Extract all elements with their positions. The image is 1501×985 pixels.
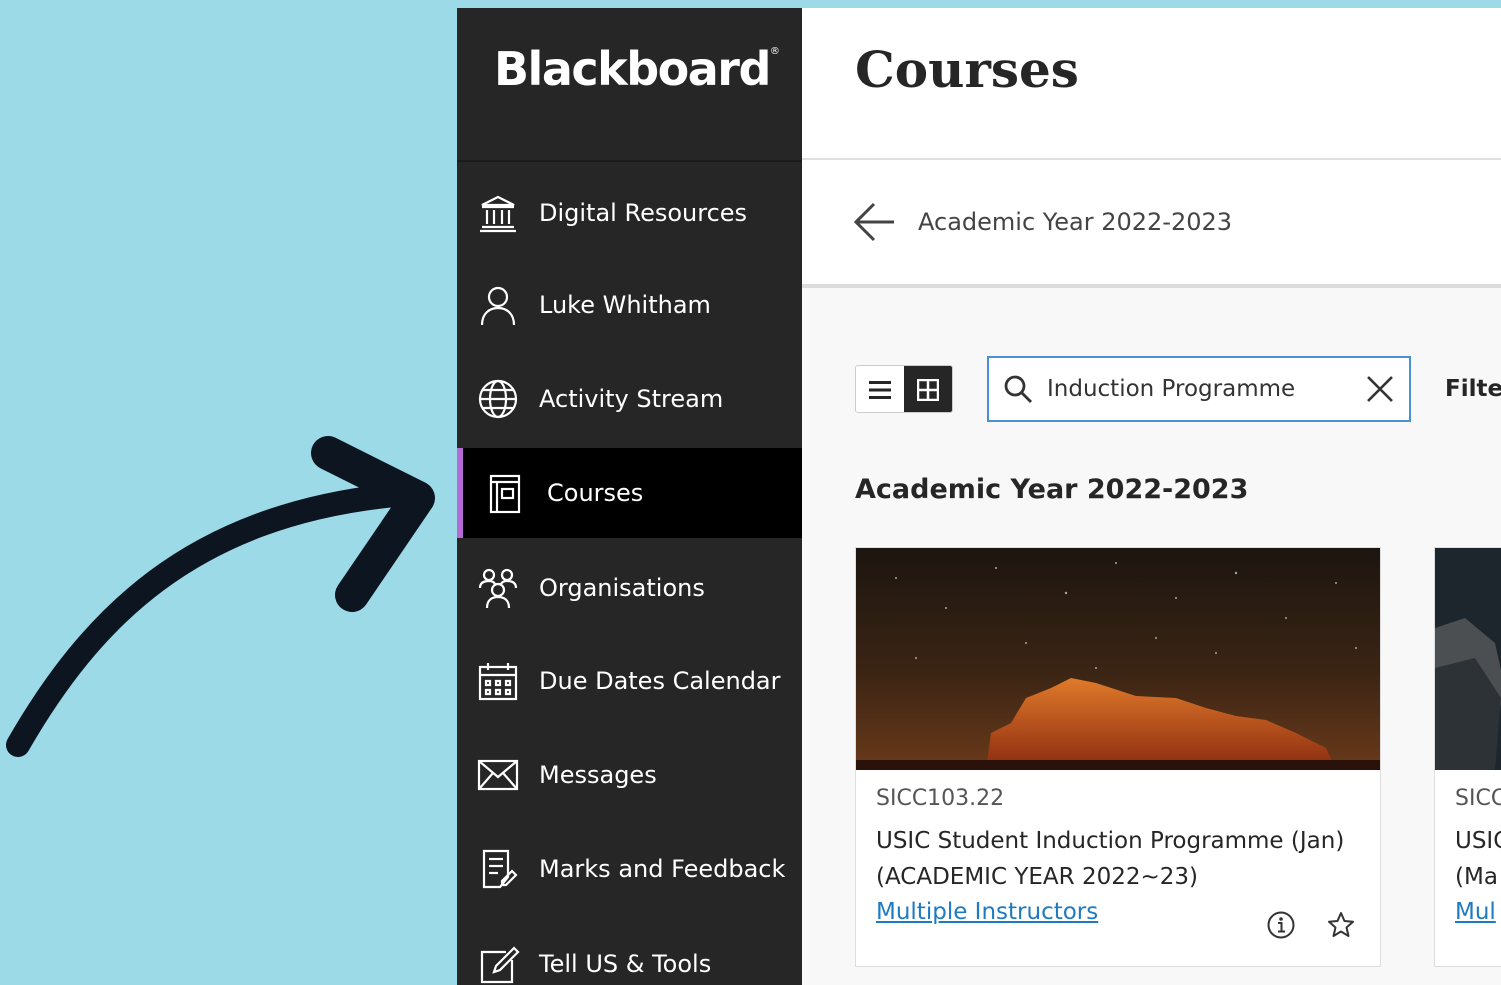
page-title: Courses <box>855 40 1079 99</box>
breadcrumb: Academic Year 2022-2023 <box>802 160 1501 288</box>
star-icon[interactable] <box>1326 910 1356 940</box>
course-name-line1: USIC Student Induction Programme (Jan) <box>876 828 1345 854</box>
sidebar-item-label: Courses <box>547 479 644 507</box>
grid-view-button[interactable] <box>904 366 952 412</box>
back-arrow-icon[interactable] <box>852 199 898 245</box>
list-view-button[interactable] <box>856 366 904 412</box>
tools-icon <box>457 942 539 985</box>
calendar-icon <box>457 659 539 703</box>
search-input[interactable] <box>1047 376 1365 402</box>
sidebar-item-label: Digital Resources <box>539 199 748 227</box>
sidebar-item-label: Messages <box>539 761 657 789</box>
sidebar-item-label: Tell US & Tools <box>539 950 712 978</box>
card-actions <box>1266 910 1356 940</box>
course-banner-image <box>856 548 1380 770</box>
sidebar-item-label: Marks and Feedback <box>539 855 786 883</box>
instructors-link[interactable]: Mul <box>1455 899 1496 925</box>
pointer-arrow-graphic <box>6 436 435 757</box>
course-name[interactable]: USIC Student Induction Programme (Jan) (… <box>876 823 1360 895</box>
instructors-link[interactable]: Multiple Instructors <box>876 899 1098 925</box>
course-id: SICC <box>1455 786 1501 811</box>
clear-search-icon[interactable] <box>1365 374 1395 404</box>
page-header: Courses <box>802 8 1501 160</box>
sidebar-item-calendar[interactable]: Due Dates Calendar <box>457 636 802 726</box>
course-name[interactable]: USIC (Ma <box>1455 823 1501 895</box>
sidebar-item-organisations[interactable]: Organisations <box>457 543 802 633</box>
list-icon <box>869 381 891 399</box>
sidebar-item-digital-resources[interactable]: Digital Resources <box>457 168 802 258</box>
course-search <box>987 356 1411 422</box>
sidebar-item-courses[interactable]: Courses <box>457 448 802 538</box>
grid-icon <box>917 379 939 401</box>
organisations-icon <box>457 566 539 610</box>
filter-button[interactable]: Filter <box>1445 376 1501 402</box>
section-title: Academic Year 2022-2023 <box>855 474 1249 505</box>
view-toggle <box>855 365 953 413</box>
sidebar-item-label: Activity Stream <box>539 385 724 413</box>
sidebar-item-activity-stream[interactable]: Activity Stream <box>457 354 802 444</box>
user-icon <box>457 283 539 327</box>
course-card[interactable]: SICC USIC (Ma Mul <box>1434 547 1501 967</box>
sidebar-item-label: Due Dates Calendar <box>539 667 781 695</box>
sidebar-item-label: Luke Whitham <box>539 291 711 319</box>
sidebar-item-marks-feedback[interactable]: Marks and Feedback <box>457 824 802 914</box>
course-banner-image <box>1435 548 1501 770</box>
grades-icon <box>457 847 539 891</box>
envelope-icon <box>457 753 539 797</box>
info-icon[interactable] <box>1266 910 1296 940</box>
courses-icon <box>463 471 547 515</box>
institution-icon <box>457 191 539 235</box>
course-id: SICC103.22 <box>876 786 1005 811</box>
blackboard-logo[interactable]: Blackboard® <box>457 8 802 160</box>
sidebar-item-label: Organisations <box>539 574 705 602</box>
search-icon <box>1004 375 1032 403</box>
course-toolbar: Filter <box>855 356 1501 422</box>
course-name-line1: USIC <box>1455 828 1501 854</box>
sidebar-item-profile[interactable]: Luke Whitham <box>457 260 802 350</box>
sidebar-item-messages[interactable]: Messages <box>457 730 802 820</box>
globe-icon <box>457 377 539 421</box>
breadcrumb-label: Academic Year 2022-2023 <box>918 208 1233 236</box>
blackboard-app-window: Blackboard® Digital Resources Luke Whith… <box>457 8 1501 985</box>
main-content: Courses Academic Year 2022-2023 Inductio… <box>802 8 1501 985</box>
course-name-line2: (Ma <box>1455 864 1498 890</box>
course-name-line2: (ACADEMIC YEAR 2022~23) <box>876 864 1198 890</box>
sidebar-item-tools[interactable]: Tell US & Tools <box>457 919 802 985</box>
course-card[interactable]: SICC103.22 USIC Student Induction Progra… <box>855 547 1381 967</box>
sidebar: Blackboard® Digital Resources Luke Whith… <box>457 8 802 985</box>
sidebar-divider <box>457 160 802 162</box>
